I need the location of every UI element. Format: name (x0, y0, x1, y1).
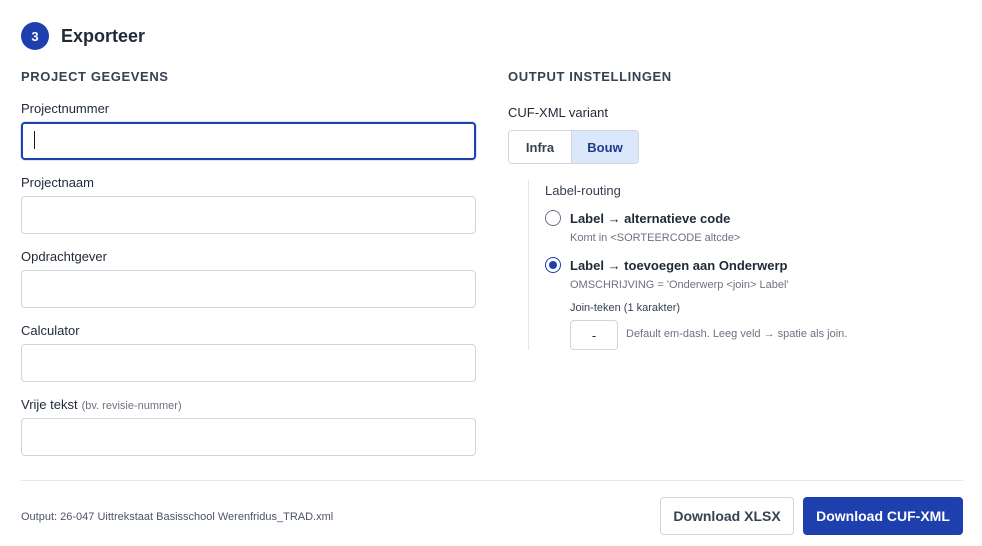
projectnaam-input[interactable] (21, 196, 476, 234)
vrije-tekst-label-text: Vrije tekst (21, 397, 78, 412)
calculator-input[interactable] (21, 344, 476, 382)
join-teken-hint: Default em-dash. Leeg veld → spatie als … (626, 328, 848, 340)
project-section-title: PROJECT GEGEVENS (21, 69, 169, 84)
vrije-tekst-label: Vrije tekst (bv. revisie-nummer) (21, 397, 182, 412)
output-filename: Output: 26-047 Uittrekstaat Basisschool … (21, 511, 334, 523)
variant-infra-button[interactable]: Infra (509, 131, 572, 163)
projectnummer-input[interactable] (21, 122, 476, 160)
calculator-label: Calculator (21, 323, 80, 338)
radio-alternatieve-code[interactable] (545, 210, 561, 226)
radio-toevoegen-onderwerp[interactable] (545, 257, 561, 273)
text-caret (34, 131, 35, 149)
option-toevoegen-onderwerp-description: OMSCHRIJVING = 'Onderwerp <join> Label' (570, 279, 789, 291)
step-number-badge: 3 (21, 22, 49, 50)
join-teken-input[interactable] (570, 320, 618, 350)
opdrachtgever-label: Opdrachtgever (21, 249, 107, 264)
option-toevoegen-onderwerp-label[interactable]: Label → toevoegen aan Onderwerp (570, 258, 787, 273)
cuf-variant-toggle: Infra Bouw (508, 130, 639, 164)
projectnummer-label: Projectnummer (21, 101, 110, 116)
download-cuf-xml-button[interactable]: Download CUF-XML (803, 497, 963, 535)
projectnaam-label: Projectnaam (21, 175, 94, 190)
label-routing-group: Label-routing Label → alternatieve code … (528, 180, 928, 350)
option-alternatieve-code-label[interactable]: Label → alternatieve code (570, 211, 730, 226)
output-section-title: OUTPUT INSTELLINGEN (508, 69, 672, 84)
step-header: 3 Exporteer (21, 22, 145, 50)
vrije-tekst-input[interactable] (21, 418, 476, 456)
opdrachtgever-input[interactable] (21, 270, 476, 308)
cuf-variant-label: CUF-XML variant (508, 105, 608, 120)
vrije-tekst-hint: (bv. revisie-nummer) (81, 400, 182, 412)
download-xlsx-button[interactable]: Download XLSX (660, 497, 794, 535)
option-alternatieve-code-description: Komt in <SORTEERCODE altcde> (570, 232, 741, 244)
variant-bouw-button[interactable]: Bouw (572, 131, 638, 163)
label-routing-title: Label-routing (545, 183, 621, 198)
footer-divider (21, 480, 963, 481)
page-title: Exporteer (61, 25, 146, 46)
join-teken-label: Join-teken (1 karakter) (570, 302, 681, 314)
